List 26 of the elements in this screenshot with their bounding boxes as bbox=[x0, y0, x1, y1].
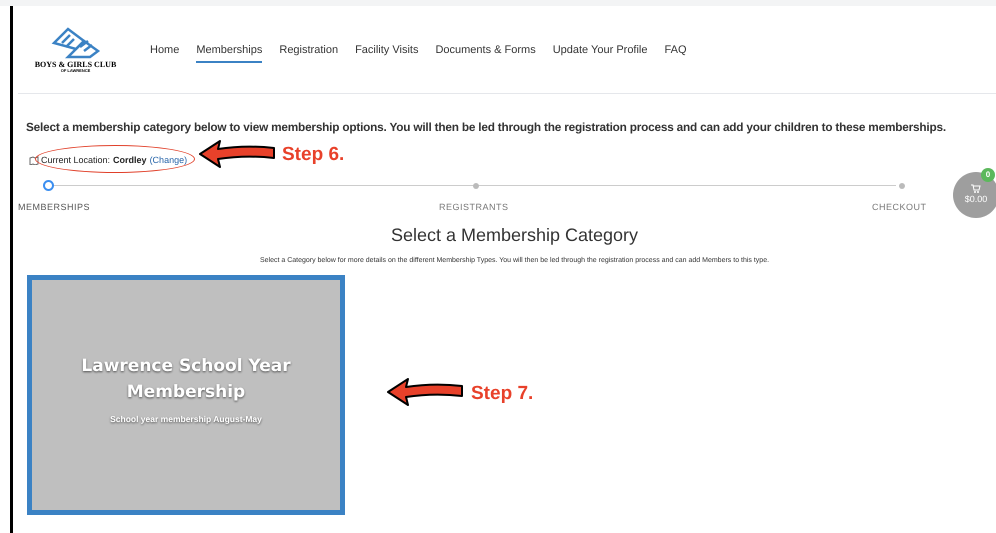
location-value: Cordley bbox=[113, 154, 147, 167]
section-title: Select a Membership Category bbox=[390, 224, 638, 248]
nav-link[interactable]: Memberships bbox=[196, 42, 262, 64]
change-link[interactable]: (Change) bbox=[150, 154, 188, 168]
location-label: Current Location: bbox=[41, 154, 110, 167]
nav-link[interactable]: Home bbox=[150, 42, 180, 64]
step-label: MEMBERSHIPS bbox=[18, 201, 90, 214]
cart-icon bbox=[971, 184, 981, 193]
cart-count-badge: 0 bbox=[981, 168, 995, 182]
step-label: REGISTRANTS bbox=[439, 201, 509, 214]
nav-link[interactable]: Registration bbox=[279, 42, 338, 64]
logo-text: BOYS & GIRLS CLUB bbox=[34, 60, 116, 68]
category-title: Lawrence School Year Membership bbox=[80, 355, 292, 404]
intro-text: Select a membership category below to view membership options. You will then be led through the registration process and can add your children to these memberships. bbox=[26, 119, 947, 136]
step-annotation: Step 6. bbox=[282, 143, 344, 167]
nav-link[interactable]: Facility Visits bbox=[355, 42, 418, 64]
step-annotation: Step 7. bbox=[471, 382, 534, 406]
nav-link[interactable]: Update Your Profile bbox=[552, 42, 648, 64]
arrow-icon bbox=[386, 376, 464, 406]
nav-link[interactable]: FAQ bbox=[664, 42, 687, 64]
category-description: School year membership August-May bbox=[110, 413, 262, 426]
nav-link[interactable]: Documents & Forms bbox=[435, 42, 536, 64]
cart-total: $0.00 bbox=[964, 192, 988, 206]
arrow-icon bbox=[198, 138, 276, 168]
map-icon bbox=[29, 156, 39, 165]
step-label: CHECKOUT bbox=[872, 201, 927, 214]
